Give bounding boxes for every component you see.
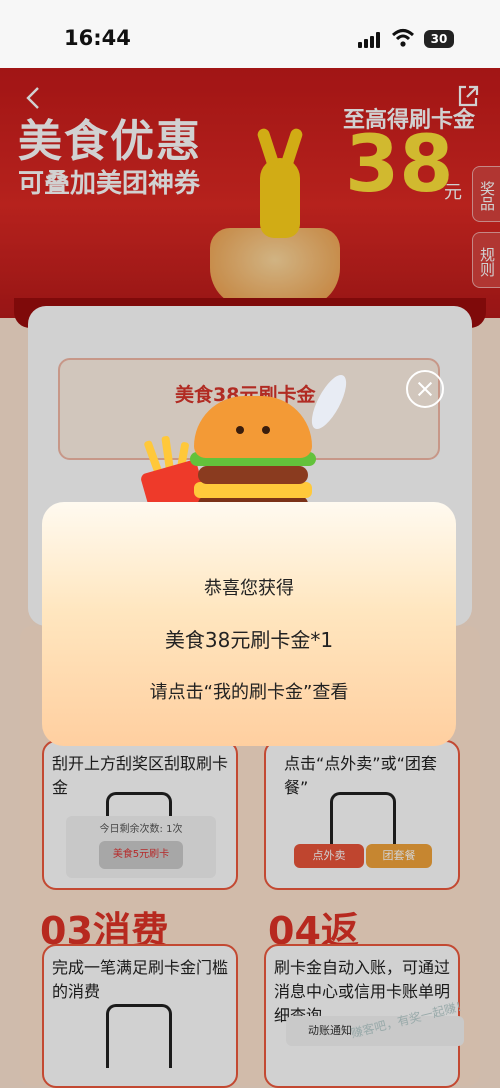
congrats-text: 恭喜您获得 (204, 578, 294, 599)
signal-icon (358, 32, 384, 48)
instruction-text: 请点击“我的刷卡金”查看 (149, 682, 349, 703)
battery-icon: 30 (424, 30, 454, 48)
status-bar: 16:44 30 (0, 0, 500, 68)
reward-text: 美食38元刷卡金*1 (164, 628, 334, 652)
page: 16:44 30 奖品 规则 美食优惠 可叠加美团神券 至高得刷卡金 38 元 … (0, 0, 500, 1088)
wifi-icon (392, 29, 414, 47)
reward-modal: 恭喜您获得 美食38元刷卡金*1 请点击“我的刷卡金”查看 (42, 502, 456, 746)
close-icon[interactable] (406, 370, 444, 408)
status-time: 16:44 (64, 26, 131, 50)
